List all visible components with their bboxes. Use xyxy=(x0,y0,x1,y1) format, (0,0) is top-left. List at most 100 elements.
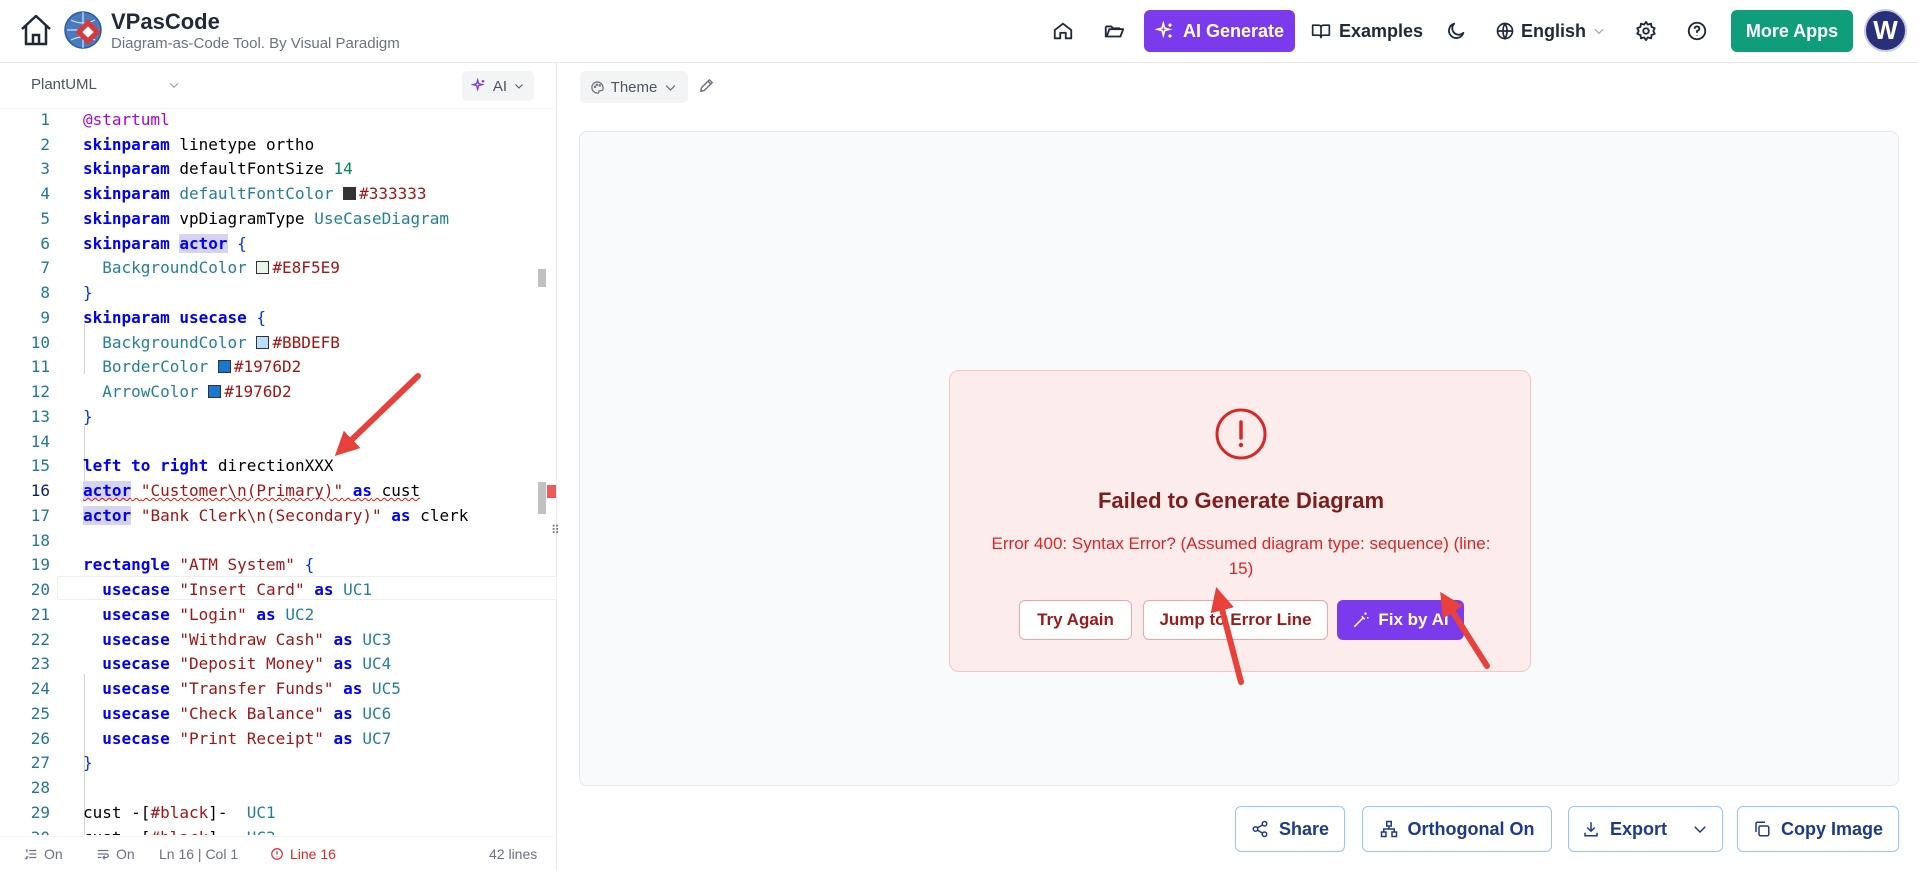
palette-icon xyxy=(590,80,604,94)
home-icon[interactable] xyxy=(16,10,56,50)
copy-image-label: Copy Image xyxy=(1780,818,1884,839)
code-line[interactable]: 13} xyxy=(0,404,557,429)
code-line[interactable]: 8} xyxy=(0,280,557,305)
code-line[interactable]: 28 xyxy=(0,775,557,800)
code-text: skinparam vpDiagramType UseCaseDiagram xyxy=(83,208,450,228)
code-line[interactable]: 27} xyxy=(0,751,557,776)
code-text: } xyxy=(83,283,93,303)
code-line[interactable]: 6 skinparam actor { xyxy=(0,231,557,256)
code-line[interactable]: 14 xyxy=(0,429,557,454)
code-text: cust -[#black]- UC1 xyxy=(83,802,276,822)
examples-button[interactable]: Examples xyxy=(1311,10,1423,52)
theme-dropdown[interactable]: Theme xyxy=(580,71,688,103)
code-line[interactable]: 11 BorderColor #1976D2 xyxy=(0,355,557,380)
sparkles-icon xyxy=(470,78,485,92)
preview-panel: Theme Failed to Generate Diagram Error 4… xyxy=(558,63,1918,870)
code-text: usecase "Check Balance" as UC6 xyxy=(102,703,392,723)
code-text: left to right directionXXX xyxy=(83,456,334,476)
editor-panel: PlantUML AI 1 @startuml 2 skinparam linetyp… xyxy=(0,63,560,870)
error-panel: Failed to Generate Diagram Error 400: Sy… xyxy=(949,370,1531,672)
code-line[interactable]: 7 BackgroundColor #E8F5E9 xyxy=(0,256,557,281)
folder-open-icon[interactable] xyxy=(1093,10,1135,52)
line-number: 14 xyxy=(30,431,50,451)
chevron-down-icon xyxy=(515,84,523,89)
alert-circle-icon xyxy=(1215,408,1267,460)
jump-to-error-button[interactable]: Jump to Error Line xyxy=(1143,600,1328,640)
code-line[interactable]: 26 usecase "Print Receipt" as UC7 xyxy=(0,726,557,751)
word-wrap-toggle[interactable]: On xyxy=(96,846,135,862)
share-button[interactable]: Share xyxy=(1235,806,1345,852)
line-number: 5 xyxy=(40,208,50,228)
try-again-button[interactable]: Try Again xyxy=(1019,600,1132,640)
dark-mode-icon[interactable] xyxy=(1435,10,1477,52)
network-icon xyxy=(1380,820,1397,838)
code-line[interactable]: 22 usecase "Withdraw Cash" as UC3 xyxy=(0,627,557,652)
settings-gear-icon[interactable] xyxy=(1625,10,1667,52)
line-count: 42 lines xyxy=(489,845,538,862)
code-line[interactable]: 12 ArrowColor #1976D2 xyxy=(0,379,557,404)
code-line[interactable]: 20 usecase "Insert Card" as UC1 xyxy=(0,577,557,602)
code-line[interactable]: 25 usecase "Check Balance" as UC6 xyxy=(0,701,557,726)
download-icon xyxy=(1584,822,1598,837)
line-number: 18 xyxy=(30,530,50,550)
language-selector[interactable]: English xyxy=(1495,10,1606,52)
code-line[interactable]: 9 skinparam usecase { xyxy=(0,305,557,330)
code-line[interactable]: 19 rectangle "ATM System" { xyxy=(0,553,557,578)
code-line[interactable]: 16 actor "Customer\n(Primary)" as cust xyxy=(0,478,557,503)
code-text: cust -[#black]- UC3 xyxy=(83,828,276,835)
code-text: ArrowColor #1976D2 xyxy=(102,382,292,402)
code-line[interactable]: 5 skinparam vpDiagramType UseCaseDiagram xyxy=(0,206,557,231)
line-number: 17 xyxy=(30,505,50,525)
export-button[interactable]: Export xyxy=(1568,806,1723,852)
code-line[interactable]: 24 usecase "Transfer Funds" as UC5 xyxy=(0,676,557,701)
more-apps-button[interactable]: More Apps xyxy=(1731,10,1853,52)
code-line[interactable]: 23 usecase "Deposit Money" as UC4 xyxy=(0,652,557,677)
chevron-down-icon xyxy=(169,82,179,88)
code-line[interactable]: 3 skinparam defaultFontSize 14 xyxy=(0,157,557,182)
fix-by-ai-label: Fix by AI xyxy=(1378,610,1449,629)
chevron-down-icon xyxy=(1594,28,1604,35)
code-line[interactable]: 17 actor "Bank Clerk\n(Secondary)" as cle… xyxy=(0,503,557,528)
ai-assist-label: AI xyxy=(492,77,508,95)
list-ordered-icon xyxy=(24,848,37,859)
code-line[interactable]: 4 skinparam defaultFontColor #333333 xyxy=(0,181,557,206)
line-number: 28 xyxy=(30,778,50,798)
alert-circle-icon xyxy=(271,847,283,860)
line-number: 21 xyxy=(30,604,50,624)
copy-image-button[interactable]: Copy Image xyxy=(1737,806,1899,852)
share-icon xyxy=(1252,820,1268,838)
code-line[interactable]: 30 cust -[#black]- UC3 xyxy=(0,825,557,835)
error-line-indicator[interactable]: Line 16 xyxy=(270,846,336,862)
code-line[interactable]: 21 usecase "Login" as UC2 xyxy=(0,602,557,627)
code-text: } xyxy=(83,406,93,426)
pencil-icon[interactable] xyxy=(698,77,718,97)
code-line[interactable]: 2 skinparam linetype ortho xyxy=(0,132,557,157)
code-line[interactable]: 18 xyxy=(0,528,557,553)
magic-wand-icon xyxy=(1354,612,1369,628)
line-numbers-state: On xyxy=(44,845,63,862)
line-number: 16 xyxy=(30,481,50,501)
diagram-language-select[interactable]: PlantUML xyxy=(31,76,181,93)
language-label: English xyxy=(1521,20,1587,41)
ai-assist-dropdown[interactable]: AI xyxy=(462,71,534,101)
line-number: 19 xyxy=(30,555,50,575)
line-numbers-toggle[interactable]: On xyxy=(24,846,63,862)
line-number: 3 xyxy=(40,159,50,179)
orthogonal-toggle-button[interactable]: Orthogonal On xyxy=(1362,806,1552,852)
code-line[interactable]: 15 left to right directionXXX xyxy=(0,454,557,479)
user-avatar[interactable]: W xyxy=(1864,9,1907,52)
app-name: VPasCode xyxy=(111,9,220,34)
code-line[interactable]: 1 @startuml xyxy=(0,109,557,132)
help-icon[interactable] xyxy=(1676,10,1718,52)
ai-generate-label: AI Generate xyxy=(1182,20,1285,41)
home-nav-icon[interactable] xyxy=(1042,10,1084,52)
ai-generate-button[interactable]: AI Generate xyxy=(1144,10,1295,52)
code-line[interactable]: 29 cust -[#black]- UC1 xyxy=(0,800,557,825)
sparkles-icon xyxy=(1154,21,1173,39)
code-line[interactable]: 10 BackgroundColor #BBDEFB xyxy=(0,330,557,355)
fix-by-ai-button[interactable]: Fix by AI xyxy=(1337,600,1464,640)
line-number: 12 xyxy=(30,382,50,402)
code-editor[interactable]: 1 @startuml 2 skinparam linetype ortho 3 skin… xyxy=(0,109,557,835)
line-number: 6 xyxy=(40,233,50,253)
word-wrap-state: On xyxy=(116,845,135,862)
